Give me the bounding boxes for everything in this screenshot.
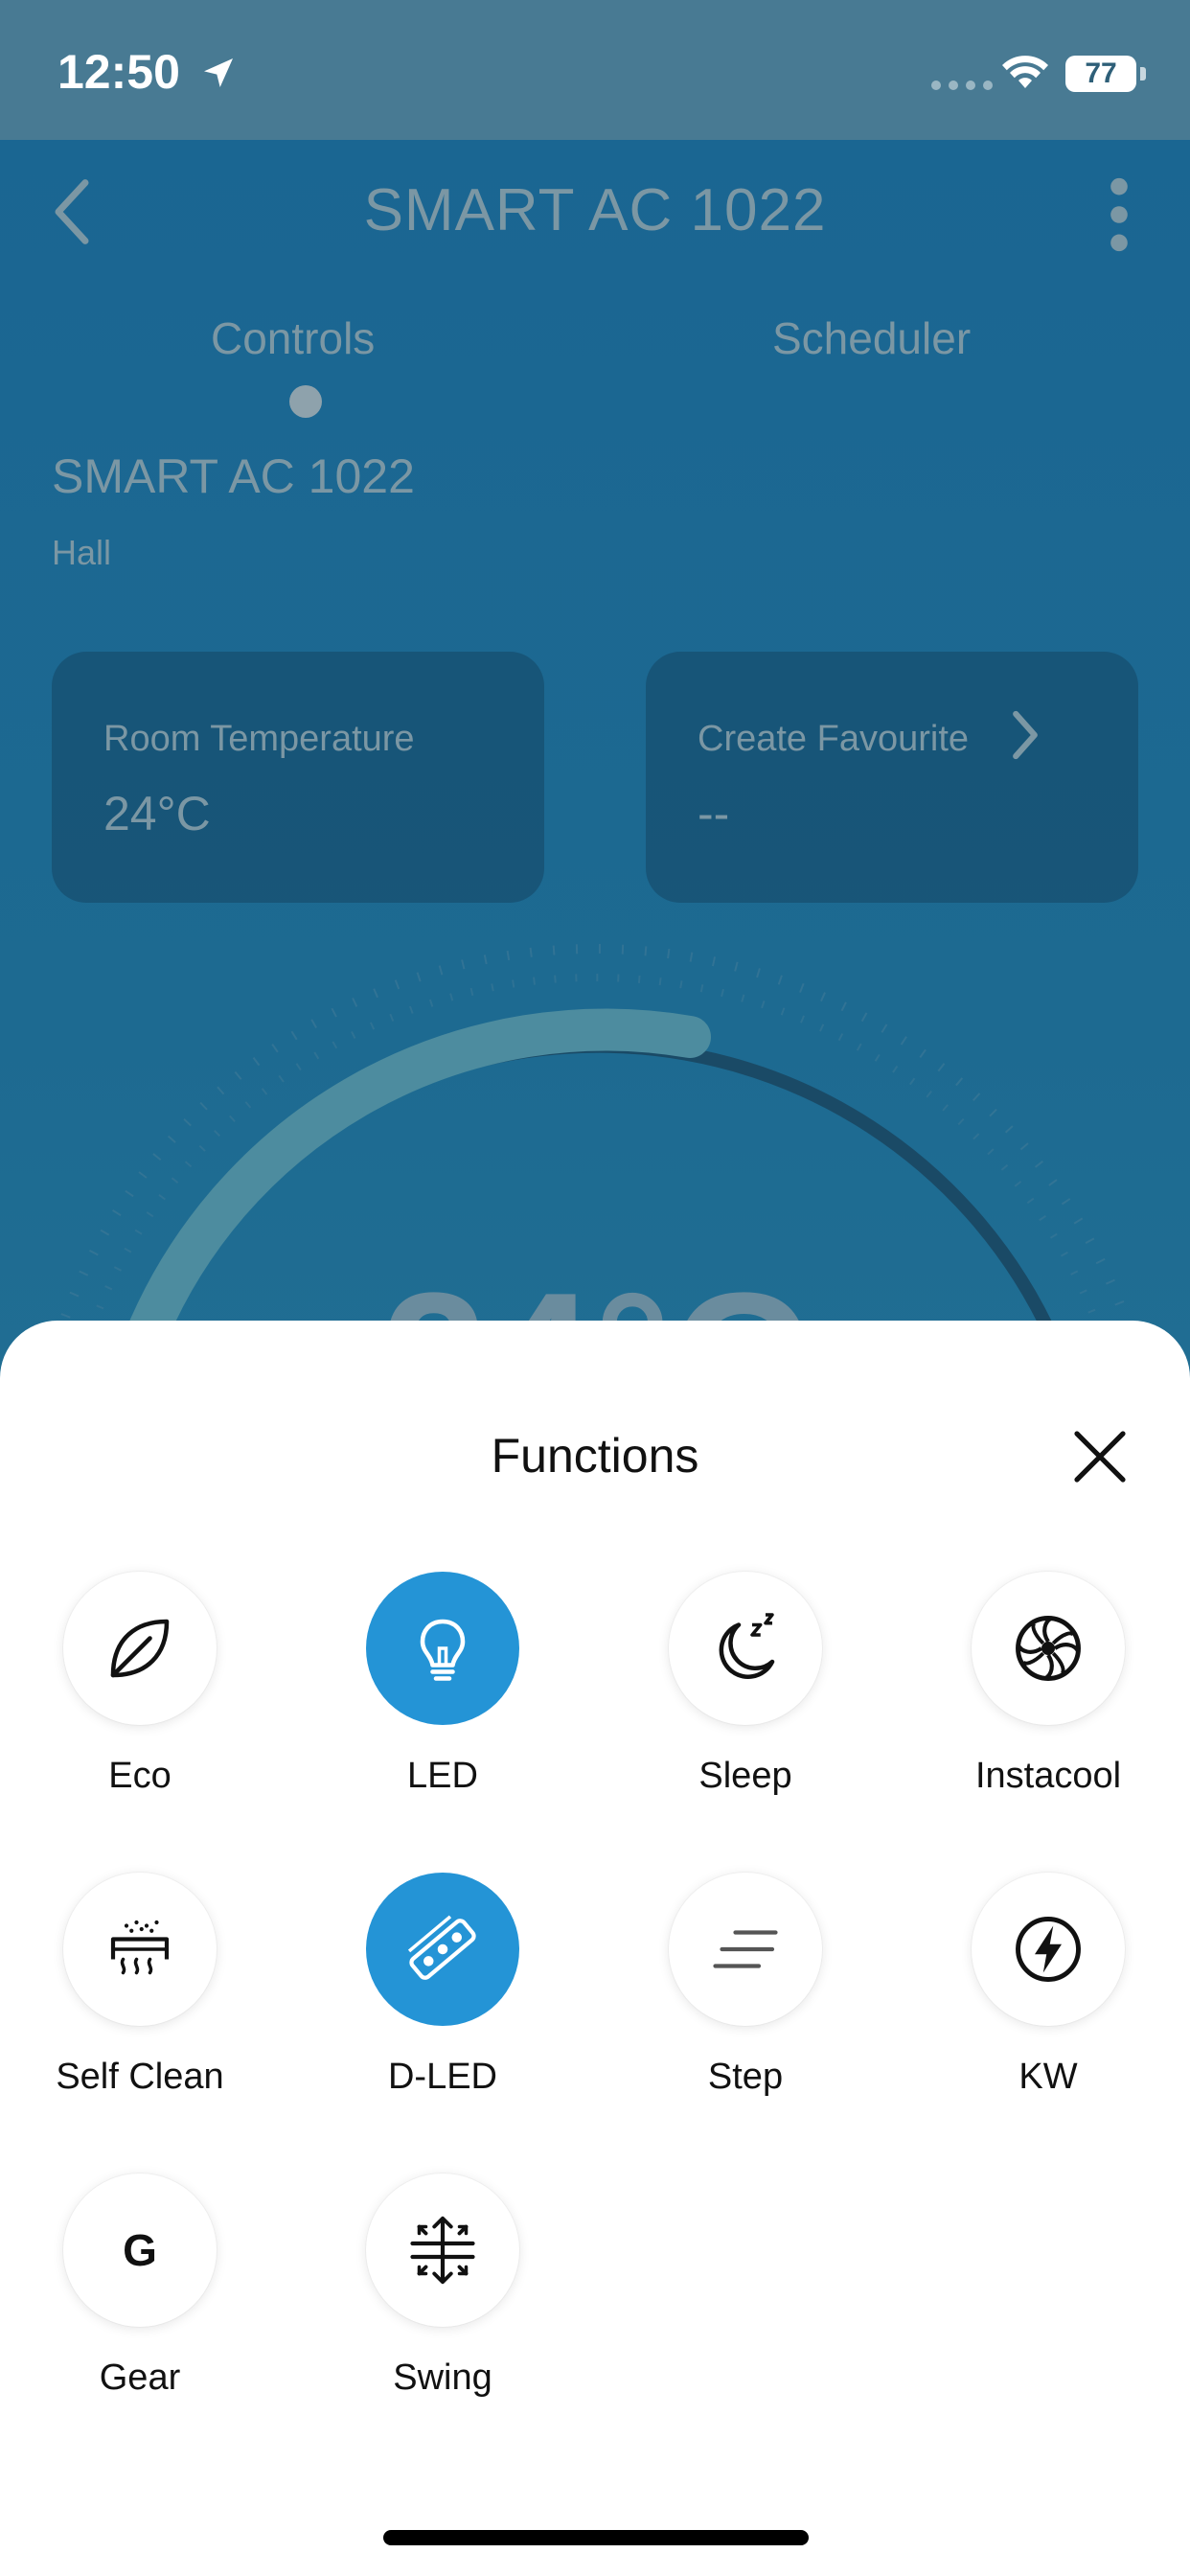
create-favourite-label: Create Favourite xyxy=(698,719,970,759)
tabs: Controls Scheduler xyxy=(0,307,1190,422)
close-icon[interactable] xyxy=(1069,1426,1131,1487)
page-title: SMART AC 1022 xyxy=(363,177,827,243)
function-led-label: LED xyxy=(407,1756,478,1796)
swing-icon xyxy=(410,2216,475,2285)
fan-icon xyxy=(1016,1616,1081,1681)
battery-tip xyxy=(1140,67,1146,80)
function-kw[interactable]: KW xyxy=(897,1873,1190,2141)
status-bar: 12:50 77 xyxy=(0,0,1190,140)
self-clean-icon xyxy=(110,1920,170,1975)
device-name: SMART AC 1022 xyxy=(52,449,415,503)
tab-controls[interactable]: Controls xyxy=(211,312,375,364)
device-room: Hall xyxy=(52,533,112,572)
function-led[interactable]: LED xyxy=(291,1572,594,1840)
location-arrow-icon xyxy=(204,58,233,87)
bulb-icon xyxy=(420,1619,466,1681)
function-instacool-label: Instacool xyxy=(974,1756,1122,1796)
wifi-icon xyxy=(1002,56,1048,88)
create-favourite-value: -- xyxy=(698,787,730,840)
function-kw-label: KW xyxy=(1018,2057,1078,2097)
function-step-button[interactable] xyxy=(669,1873,822,2026)
function-self-clean-button[interactable] xyxy=(63,1873,217,2026)
function-gear-label: Gear xyxy=(99,2358,181,2398)
moon-icon xyxy=(719,1613,775,1679)
function-sleep[interactable]: Sleep xyxy=(594,1572,897,1840)
function-gear[interactable]: G Gear xyxy=(0,2174,291,2442)
function-swing-button[interactable] xyxy=(366,2174,519,2327)
functions-bottom-sheet: Functions Eco LED Sleep Instacool Self C… xyxy=(0,1321,1190,2576)
function-instacool-button[interactable] xyxy=(972,1572,1125,1725)
function-sleep-label: Sleep xyxy=(698,1756,792,1796)
led-strip-icon xyxy=(407,1915,476,1980)
status-time: 12:50 xyxy=(57,45,180,99)
functions-title: Functions xyxy=(491,1429,699,1483)
function-eco-label: Eco xyxy=(108,1756,172,1796)
cellular-signal-icon xyxy=(931,80,993,90)
room-temperature-label: Room Temperature xyxy=(103,719,415,759)
function-d-led-label: D-LED xyxy=(387,2057,498,2097)
function-instacool[interactable]: Instacool xyxy=(897,1572,1190,1840)
gear-letter-icon: G xyxy=(123,2225,157,2275)
function-step[interactable]: Step xyxy=(594,1873,897,2141)
function-eco-button[interactable] xyxy=(63,1572,217,1725)
home-indicator[interactable] xyxy=(383,2530,809,2545)
power-bolt-icon xyxy=(1016,1917,1081,1982)
function-swing[interactable]: Swing xyxy=(291,2174,594,2442)
function-led-button[interactable] xyxy=(366,1572,519,1725)
step-icon xyxy=(713,1930,778,1968)
function-gear-button[interactable]: G xyxy=(63,2174,217,2327)
chevron-right-icon xyxy=(1013,710,1038,760)
function-d-led-button[interactable] xyxy=(366,1873,519,2026)
function-self-clean-label: Self Clean xyxy=(56,2057,224,2097)
leaf-icon xyxy=(110,1619,170,1678)
function-sleep-button[interactable] xyxy=(669,1572,822,1725)
tab-scheduler[interactable]: Scheduler xyxy=(772,312,971,364)
tab-active-indicator xyxy=(289,385,322,418)
more-vertical-icon[interactable] xyxy=(1108,176,1131,253)
header: SMART AC 1022 xyxy=(0,140,1190,284)
battery-indicator: 77 xyxy=(1065,56,1136,92)
room-temperature-card: Room Temperature 24°C xyxy=(52,652,544,903)
function-self-clean[interactable]: Self Clean xyxy=(0,1873,291,2141)
function-d-led[interactable]: D-LED xyxy=(291,1873,594,2141)
function-kw-button[interactable] xyxy=(972,1873,1125,2026)
function-eco[interactable]: Eco xyxy=(0,1572,291,1840)
create-favourite-card[interactable]: Create Favourite -- xyxy=(646,652,1138,903)
function-swing-label: Swing xyxy=(393,2358,492,2398)
room-temperature-value: 24°C xyxy=(103,787,211,840)
function-step-label: Step xyxy=(707,2057,784,2097)
